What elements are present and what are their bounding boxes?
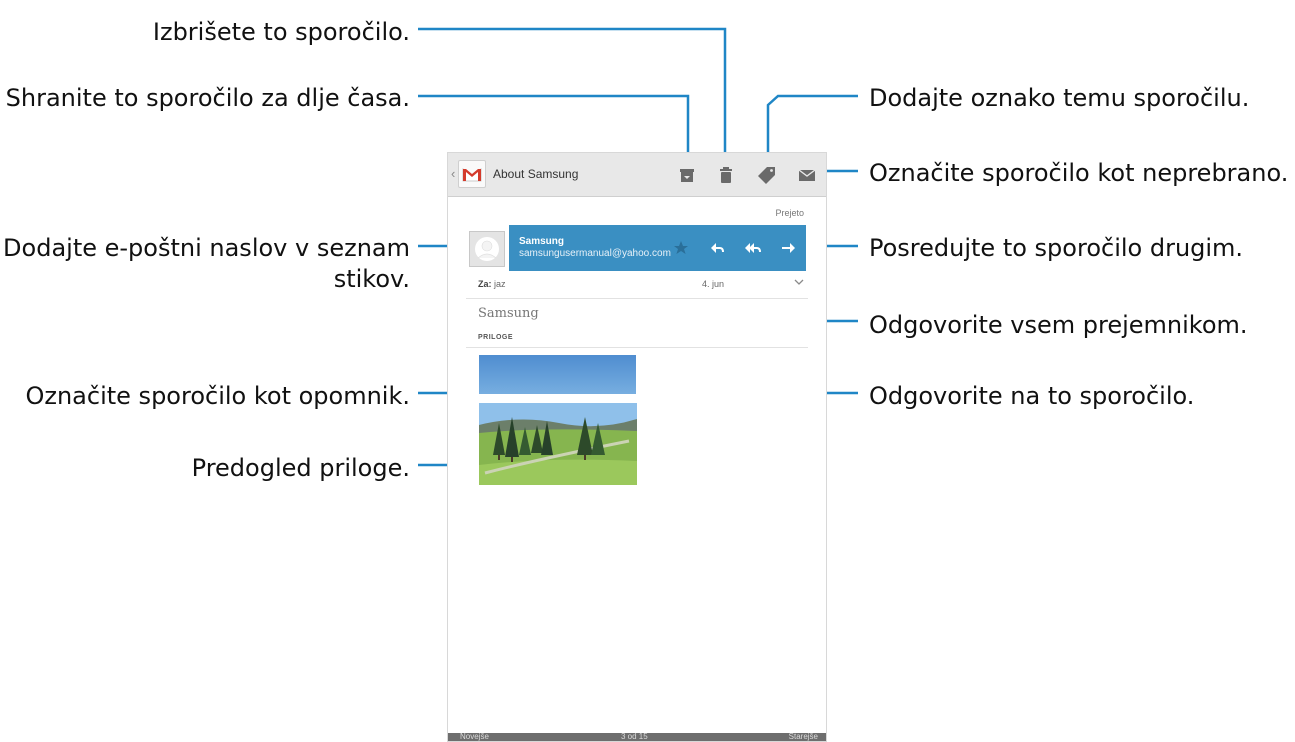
chevron-down-icon[interactable] — [792, 275, 806, 289]
sender-email: samsungusermanual@yahoo.com — [519, 248, 671, 259]
to-value: jaz — [494, 279, 506, 289]
phone-screen: ‹ About Samsung Prejeto Samsung samsungu… — [447, 152, 827, 742]
avatar-icon — [475, 237, 499, 261]
recipient-row[interactable]: Za: jaz — [478, 279, 506, 289]
gmail-logo[interactable] — [458, 160, 486, 188]
newer-button[interactable]: Novejše — [460, 733, 489, 741]
message-title: About Samsung — [493, 167, 579, 181]
reply-all-icon[interactable] — [743, 238, 763, 258]
back-chevron-icon[interactable]: ‹ — [451, 166, 455, 181]
message-subject: Samsung — [478, 306, 539, 321]
attachment-preview-image[interactable] — [479, 403, 637, 485]
action-bar: ‹ About Samsung — [448, 153, 826, 197]
reply-icon[interactable] — [707, 238, 727, 258]
received-label: Prejeto — [775, 208, 804, 218]
mail-icon[interactable] — [796, 164, 818, 186]
divider — [466, 298, 808, 299]
sender-name: Samsung — [519, 236, 565, 247]
sender-header: Samsung samsungusermanual@yahoo.com — [509, 225, 806, 271]
forward-icon[interactable] — [779, 238, 799, 258]
older-button[interactable]: Starejše — [789, 733, 818, 741]
divider — [466, 347, 808, 348]
avatar[interactable] — [469, 231, 505, 267]
label-icon[interactable] — [756, 164, 778, 186]
trash-icon[interactable] — [715, 164, 737, 186]
to-label: Za: — [478, 279, 492, 289]
archive-icon[interactable] — [676, 164, 698, 186]
message-date: 4. jun — [702, 279, 725, 289]
attachments-label: PRILOGE — [478, 334, 514, 341]
star-icon[interactable] — [671, 238, 691, 258]
pager-position: 3 od 15 — [621, 732, 648, 741]
pager-bar: Novejše 3 od 15 Starejše — [448, 733, 826, 741]
attachment-sky-image[interactable] — [479, 355, 636, 394]
